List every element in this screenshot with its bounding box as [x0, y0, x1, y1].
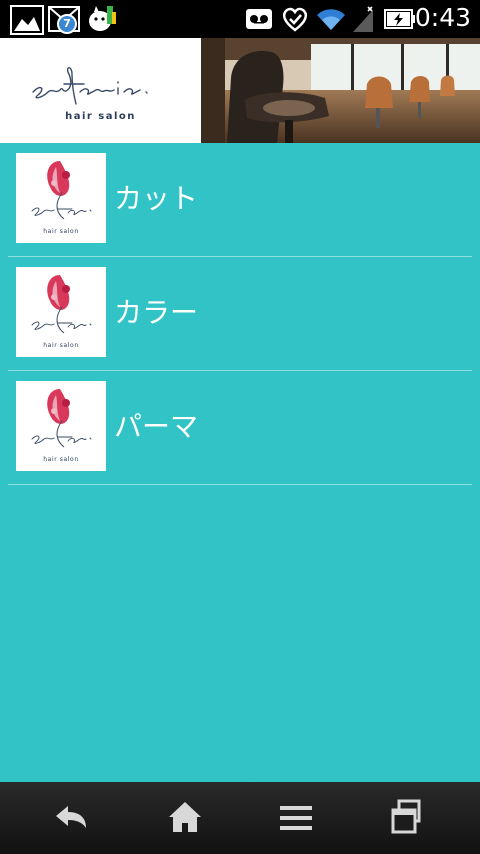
notification-badge: 7 [57, 14, 77, 34]
salon-logo-thumbnail: hair salon [16, 153, 106, 243]
recent-apps-icon[interactable] [385, 796, 429, 840]
header-banner: hair salon [0, 38, 480, 143]
salon-logo-thumbnail: hair salon [16, 381, 106, 471]
status-bar: 7 0:43 [0, 0, 480, 38]
menu-item-label: パーマ [114, 410, 199, 443]
menu-list: hair salon カット hair salon カラー hair salon… [0, 143, 480, 782]
home-icon[interactable] [163, 796, 207, 840]
logo-script-mark [32, 67, 148, 105]
app-dog-icon [89, 6, 116, 31]
menu-item-cut[interactable]: hair salon カット [8, 143, 472, 257]
salon-logo: hair salon [0, 38, 201, 143]
menu-item-label: カラー [114, 296, 199, 329]
menu-icon[interactable] [274, 796, 318, 840]
signal-icon [353, 6, 373, 32]
salon-interior-photo [201, 38, 480, 143]
menu-item-label: カット [114, 182, 199, 215]
battery-charging-icon [384, 9, 415, 29]
logo-subtitle: hair salon [65, 111, 136, 122]
back-icon[interactable] [48, 796, 92, 840]
menu-item-perm[interactable]: hair salon パーマ [8, 371, 472, 485]
navigation-bar [0, 782, 480, 854]
thumb-subtitle: hair salon [43, 342, 78, 349]
voicemail-icon [246, 9, 272, 29]
clock-time: 0:43 [414, 3, 471, 32]
thumb-subtitle: hair salon [43, 456, 78, 463]
gallery-icon [10, 5, 44, 35]
menu-item-color[interactable]: hair salon カラー [8, 257, 472, 371]
heart-icon [282, 7, 308, 32]
salon-logo-thumbnail: hair salon [16, 267, 106, 357]
thumb-subtitle: hair salon [43, 228, 78, 235]
wifi-icon [317, 9, 345, 31]
